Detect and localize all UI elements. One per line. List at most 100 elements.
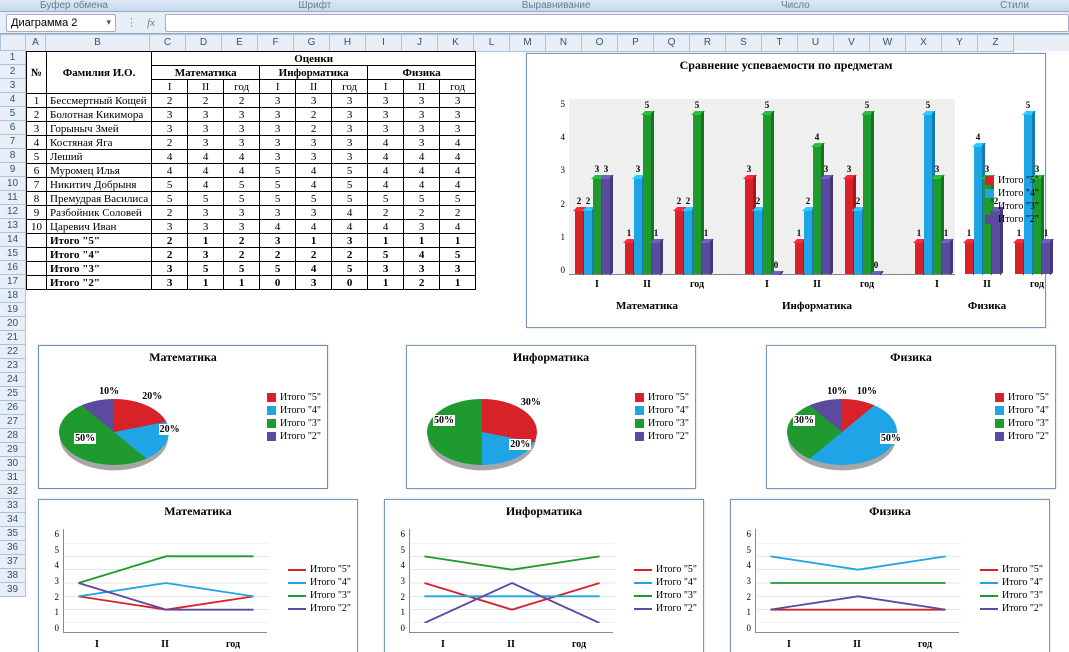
col-header-Q[interactable]: Q — [654, 35, 690, 52]
row-headers[interactable]: 1234567891011121314151617181920212223242… — [0, 51, 26, 597]
formula-bar-row: Диаграмма 2 ▾ ⋮ fx — [0, 12, 1069, 34]
row-header-12[interactable]: 12 — [0, 205, 26, 219]
chart-title: Математика — [39, 346, 327, 367]
row-header-22[interactable]: 22 — [0, 345, 26, 359]
row-header-33[interactable]: 33 — [0, 499, 26, 513]
fx-icon[interactable]: fx — [147, 17, 155, 29]
row-header-35[interactable]: 35 — [0, 527, 26, 541]
row-header-26[interactable]: 26 — [0, 401, 26, 415]
row-header-1[interactable]: 1 — [0, 51, 26, 65]
col-header-J[interactable]: J — [402, 35, 438, 52]
col-header-H[interactable]: H — [330, 35, 366, 52]
name-box[interactable]: Диаграмма 2 ▾ — [6, 14, 116, 32]
col-header-A[interactable]: A — [26, 35, 46, 52]
col-header-R[interactable]: R — [690, 35, 726, 52]
row-header-30[interactable]: 30 — [0, 457, 26, 471]
row-header-15[interactable]: 15 — [0, 247, 26, 261]
row-header-18[interactable]: 18 — [0, 289, 26, 303]
col-header-W[interactable]: W — [870, 35, 906, 52]
col-header-B[interactable]: B — [46, 35, 150, 52]
row-header-6[interactable]: 6 — [0, 121, 26, 135]
col-header-X[interactable]: X — [906, 35, 942, 52]
chart-title: Сравнение успеваемости по предметам — [527, 54, 1045, 75]
row-header-14[interactable]: 14 — [0, 233, 26, 247]
name-box-value: Диаграмма 2 — [11, 17, 77, 29]
row-header-5[interactable]: 5 — [0, 107, 26, 121]
col-header-G[interactable]: G — [294, 35, 330, 52]
col-header-U[interactable]: U — [798, 35, 834, 52]
ribbon-group-labels: Буфер обмена Шрифт Выравнивание Число Ст… — [0, 0, 1069, 12]
col-header-C[interactable]: C — [150, 35, 186, 52]
chart-pie-informatics[interactable]: Информатика30%20%50%Итого "5"Итого "4"Ит… — [406, 345, 696, 489]
row-header-25[interactable]: 25 — [0, 387, 26, 401]
name-box-drag-icon[interactable]: ⋮ — [126, 16, 137, 29]
col-header-P[interactable]: P — [618, 35, 654, 52]
row-header-16[interactable]: 16 — [0, 261, 26, 275]
chart-title: Информатика — [407, 346, 695, 367]
chart-line-informatics[interactable]: Информатика6543210IIIгодИтого "5"Итого "… — [384, 499, 704, 652]
chart-title: Математика — [39, 500, 357, 521]
row-header-3[interactable]: 3 — [0, 79, 26, 93]
chart-legend: Итого "5"Итого "4"Итого "3"Итого "2" — [985, 173, 1039, 227]
col-header-T[interactable]: T — [762, 35, 798, 52]
chart-line-math[interactable]: Математика6543210IIIгодИтого "5"Итого "4… — [38, 499, 358, 652]
col-header-O[interactable]: O — [582, 35, 618, 52]
chart-legend: Итого "5"Итого "4"Итого "3"Итого "2" — [995, 390, 1049, 444]
row-header-7[interactable]: 7 — [0, 135, 26, 149]
row-header-31[interactable]: 31 — [0, 471, 26, 485]
col-header-I[interactable]: I — [366, 35, 402, 52]
row-header-20[interactable]: 20 — [0, 317, 26, 331]
col-header-K[interactable]: K — [438, 35, 474, 52]
row-header-34[interactable]: 34 — [0, 513, 26, 527]
chart-line-physics[interactable]: Физика6543210IIIгодИтого "5"Итого "4"Ито… — [730, 499, 1050, 652]
row-header-23[interactable]: 23 — [0, 359, 26, 373]
grades-table[interactable]: №Фамилия И.О.ОценкиМатематикаИнформатика… — [26, 51, 476, 290]
chart-legend: Итого "5"Итого "4"Итого "3"Итого "2" — [288, 562, 351, 616]
row-header-24[interactable]: 24 — [0, 373, 26, 387]
col-header-M[interactable]: M — [510, 35, 546, 52]
row-header-10[interactable]: 10 — [0, 177, 26, 191]
row-header-39[interactable]: 39 — [0, 583, 26, 597]
chart-legend: Итого "5"Итого "4"Итого "3"Итого "2" — [634, 562, 697, 616]
chart-pie-math[interactable]: Математика20%20%50%10%Итого "5"Итого "4"… — [38, 345, 328, 489]
row-header-11[interactable]: 11 — [0, 191, 26, 205]
row-header-37[interactable]: 37 — [0, 555, 26, 569]
chevron-down-icon[interactable]: ▾ — [106, 17, 111, 28]
chart-legend: Итого "5"Итого "4"Итого "3"Итого "2" — [980, 562, 1043, 616]
row-header-13[interactable]: 13 — [0, 219, 26, 233]
col-header-E[interactable]: E — [222, 35, 258, 52]
row-header-32[interactable]: 32 — [0, 485, 26, 499]
row-header-17[interactable]: 17 — [0, 275, 26, 289]
column-headers[interactable]: ABCDEFGHIJKLMNOPQRSTUVWXYZ — [26, 34, 1069, 51]
chart-bar-comparison[interactable]: Сравнение успеваемости по предметам01234… — [526, 53, 1046, 328]
col-header-L[interactable]: L — [474, 35, 510, 52]
chart-pie-physics[interactable]: Физика10%50%30%10%Итого "5"Итого "4"Итог… — [766, 345, 1056, 489]
col-header-V[interactable]: V — [834, 35, 870, 52]
col-header-Y[interactable]: Y — [942, 35, 978, 52]
chart-title: Физика — [731, 500, 1049, 521]
row-header-36[interactable]: 36 — [0, 541, 26, 555]
row-header-2[interactable]: 2 — [0, 65, 26, 79]
chart-legend: Итого "5"Итого "4"Итого "3"Итого "2" — [635, 390, 689, 444]
row-header-38[interactable]: 38 — [0, 569, 26, 583]
row-header-27[interactable]: 27 — [0, 415, 26, 429]
grid[interactable]: №Фамилия И.О.ОценкиМатематикаИнформатика… — [26, 51, 1069, 652]
select-all-corner[interactable] — [0, 34, 26, 51]
row-header-9[interactable]: 9 — [0, 163, 26, 177]
row-header-19[interactable]: 19 — [0, 303, 26, 317]
row-header-21[interactable]: 21 — [0, 331, 26, 345]
worksheet-area[interactable]: ABCDEFGHIJKLMNOPQRSTUVWXYZ 1234567891011… — [0, 34, 1069, 652]
col-header-Z[interactable]: Z — [978, 35, 1014, 52]
chart-title: Физика — [767, 346, 1055, 367]
col-header-N[interactable]: N — [546, 35, 582, 52]
col-header-S[interactable]: S — [726, 35, 762, 52]
col-header-F[interactable]: F — [258, 35, 294, 52]
col-header-D[interactable]: D — [186, 35, 222, 52]
row-header-28[interactable]: 28 — [0, 429, 26, 443]
chart-title: Информатика — [385, 500, 703, 521]
formula-bar[interactable] — [165, 14, 1069, 32]
row-header-8[interactable]: 8 — [0, 149, 26, 163]
row-header-4[interactable]: 4 — [0, 93, 26, 107]
chart-legend: Итого "5"Итого "4"Итого "3"Итого "2" — [267, 390, 321, 444]
row-header-29[interactable]: 29 — [0, 443, 26, 457]
